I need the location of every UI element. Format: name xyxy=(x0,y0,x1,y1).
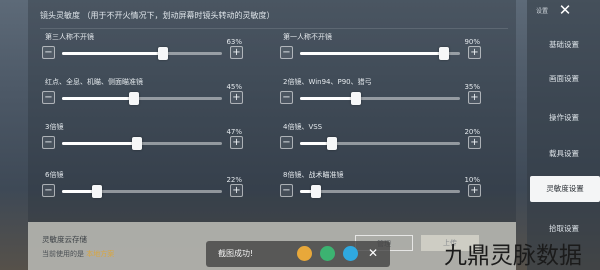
minus-button[interactable]: − xyxy=(280,91,293,104)
plus-button[interactable]: + xyxy=(468,136,481,149)
slider-label: 红点、全息、机瞄、侧面瞄准镜 xyxy=(45,78,143,86)
slider-handle[interactable] xyxy=(92,185,103,198)
slider-handle[interactable] xyxy=(157,47,168,60)
plus-button[interactable]: + xyxy=(468,184,481,197)
sidebar-item-controls[interactable]: 操作设置 xyxy=(534,105,594,131)
slider-fill xyxy=(62,52,163,55)
slider-label: 4倍镜、VSS xyxy=(283,123,323,131)
slider-track[interactable] xyxy=(62,47,222,60)
plus-button[interactable]: + xyxy=(230,184,243,197)
slider-handle[interactable] xyxy=(129,92,139,105)
slider-row-scope-8x: 8倍镜、战术瞄准镜 10% − + xyxy=(280,170,481,220)
slider-value: 47% xyxy=(226,128,242,136)
slider-track[interactable] xyxy=(300,47,460,60)
slider-track[interactable] xyxy=(62,185,222,198)
sidebar-top-label: 设置 xyxy=(536,8,549,15)
share-icon[interactable] xyxy=(343,246,358,261)
download-icon[interactable] xyxy=(297,246,312,261)
toast-text: 截图成功! xyxy=(218,249,254,258)
slider-row-first-person-no-scope: 第一人称不开镜 90% − + xyxy=(280,32,481,82)
sidebar-item-sensitivity[interactable]: 灵敏度设置 xyxy=(530,176,600,202)
close-icon[interactable]: ✕ xyxy=(556,1,574,19)
slider-label: 第一人称不开镜 xyxy=(283,33,332,41)
plus-button[interactable]: + xyxy=(230,91,243,104)
slider-handle[interactable] xyxy=(132,137,143,150)
plus-button[interactable]: + xyxy=(468,91,481,104)
slider-track[interactable] xyxy=(62,92,222,105)
slider-handle[interactable] xyxy=(311,185,321,198)
slider-label: 6倍镜 xyxy=(45,171,64,179)
divider xyxy=(40,28,508,29)
minus-button[interactable]: − xyxy=(42,184,55,197)
slider-value: 10% xyxy=(464,176,480,184)
minus-button[interactable]: − xyxy=(280,46,293,59)
slider-handle[interactable] xyxy=(327,137,337,150)
cloud-sub-prefix: 当前使用的是 xyxy=(42,250,87,258)
sidebar-item-basic[interactable]: 基础设置 xyxy=(534,32,594,58)
slider-fill xyxy=(62,142,138,145)
plus-button[interactable]: + xyxy=(468,46,481,59)
slider-value: 22% xyxy=(226,176,242,184)
slider-track[interactable] xyxy=(62,137,222,150)
slider-row-scope-3x: 3倍镜 47% − + xyxy=(42,122,243,172)
plus-button[interactable]: + xyxy=(230,136,243,149)
cloud-storage-title: 灵敏度云存储 xyxy=(42,235,87,244)
slider-row-scope-4x: 4倍镜、VSS 20% − + xyxy=(280,122,481,172)
minus-button[interactable]: − xyxy=(42,46,55,59)
slider-track[interactable] xyxy=(300,185,460,198)
minus-button[interactable]: − xyxy=(280,184,293,197)
slider-label: 第三人称不开镜 xyxy=(45,33,94,41)
slider-label: 2倍镜、Win94、P90、猎弓 xyxy=(283,78,372,86)
slider-row-third-person-no-scope: 第三人称不开镜 63% − + xyxy=(42,32,243,82)
cloud-storage-subtitle: 当前使用的是 本地方案 xyxy=(42,249,114,259)
slider-track[interactable] xyxy=(300,92,460,105)
toast-close-icon[interactable]: ✕ xyxy=(368,244,378,262)
slider-fill xyxy=(300,97,356,100)
section-title: 镜头灵敏度 （用于不开火情况下，划动屏幕时镜头转动的灵敏度） xyxy=(40,11,275,20)
sidebar-item-display[interactable]: 画面设置 xyxy=(534,66,594,92)
wechat-icon[interactable] xyxy=(320,246,335,261)
sidebar-item-vehicle[interactable]: 载具设置 xyxy=(534,141,594,167)
slider-fill xyxy=(300,52,444,55)
slider-label: 3倍镜 xyxy=(45,123,64,131)
slider-value: 20% xyxy=(464,128,480,136)
slider-value: 63% xyxy=(226,38,242,46)
slider-value: 45% xyxy=(226,83,242,91)
slider-value: 90% xyxy=(464,38,480,46)
slider-row-scope-2x: 2倍镜、Win94、P90、猎弓 35% − + xyxy=(280,77,481,127)
slider-handle[interactable] xyxy=(351,92,361,105)
slider-fill xyxy=(62,97,134,100)
minus-button[interactable]: − xyxy=(42,136,55,149)
watermark: 九鼎灵脉数据 xyxy=(444,243,582,269)
minus-button[interactable]: − xyxy=(42,91,55,104)
slider-value: 35% xyxy=(464,83,480,91)
slider-label: 8倍镜、战术瞄准镜 xyxy=(283,171,344,179)
slider-row-scope-6x: 6倍镜 22% − + xyxy=(42,170,243,220)
slider-handle[interactable] xyxy=(439,47,449,60)
slider-track[interactable] xyxy=(300,137,460,150)
plus-button[interactable]: + xyxy=(230,46,243,59)
minus-button[interactable]: − xyxy=(280,136,293,149)
slider-row-red-dot-holo: 红点、全息、机瞄、侧面瞄准镜 45% − + xyxy=(42,77,243,127)
cloud-sub-accent: 本地方案 xyxy=(86,250,115,258)
